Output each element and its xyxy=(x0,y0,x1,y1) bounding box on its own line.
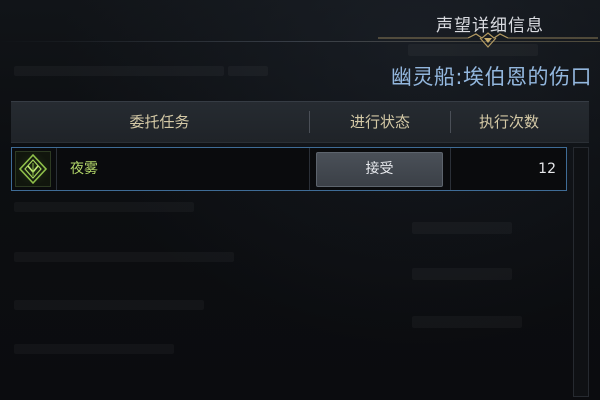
scrollbar[interactable] xyxy=(573,147,589,397)
background-ghost-row xyxy=(14,344,174,354)
background-ghost-row xyxy=(412,316,522,328)
title-ornament-icon xyxy=(378,32,598,48)
cell-divider xyxy=(450,148,451,190)
background-ghost-row xyxy=(14,252,234,262)
quest-name: 夜雾 xyxy=(70,161,98,177)
column-header-task: 委托任务 xyxy=(129,113,190,131)
background-ghost-row xyxy=(14,202,194,212)
cell-divider xyxy=(309,148,310,190)
reputation-panel: 声望详细信息 幽灵船:埃伯恩的伤口 委托任务 进行状态 执行次数 夜雾 接受 1… xyxy=(0,0,600,400)
background-ghost-row xyxy=(412,222,512,234)
background-ghost-row xyxy=(412,268,512,280)
cell-divider xyxy=(56,148,57,190)
faction-emblem-icon xyxy=(15,151,51,187)
faction-title: 幽灵船:埃伯恩的伤口 xyxy=(390,65,592,89)
table-header: 委托任务 进行状态 执行次数 xyxy=(11,101,589,143)
accept-button[interactable]: 接受 xyxy=(316,152,443,187)
execution-count: 12 xyxy=(538,161,556,177)
table-row[interactable]: 夜雾 接受 12 xyxy=(11,147,567,191)
background-ghost-row xyxy=(14,66,224,76)
background-ghost-row xyxy=(228,66,268,76)
column-header-count: 执行次数 xyxy=(478,113,539,131)
column-header-status: 进行状态 xyxy=(349,113,410,131)
background-ghost-row xyxy=(14,300,204,310)
